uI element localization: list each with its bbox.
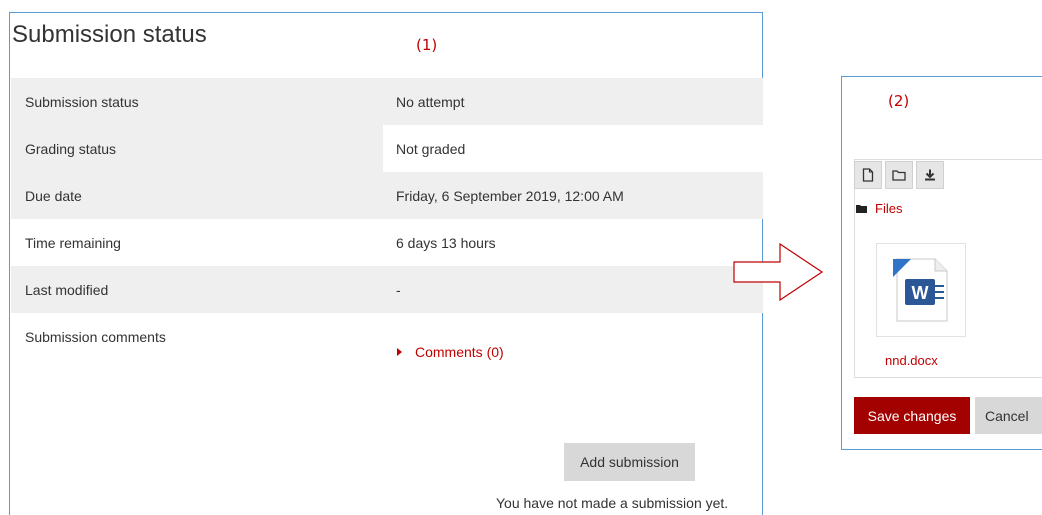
download-icon <box>925 169 935 181</box>
file-toolbar <box>854 161 947 191</box>
row-label: Grading status <box>11 125 383 172</box>
caret-right-icon <box>397 348 402 356</box>
new-folder-icon <box>892 170 906 181</box>
arrow-right-icon <box>733 242 824 302</box>
svg-text:W: W <box>912 283 929 303</box>
row-value: Not graded <box>383 125 763 172</box>
table-row: Submission status No attempt <box>11 78 763 125</box>
new-file-icon <box>862 168 874 182</box>
row-value: No attempt <box>383 78 763 125</box>
table-row: Last modified - <box>11 266 763 313</box>
row-label: Submission comments <box>25 329 166 345</box>
table-row: Submission comments Comments (0) <box>11 313 763 413</box>
submission-status-panel: Submission status Submission status No a… <box>9 12 763 515</box>
submission-status-table: Submission status No attempt Grading sta… <box>11 78 763 413</box>
folder-icon <box>856 205 867 213</box>
file-name-link[interactable]: nnd.docx <box>885 353 938 368</box>
comments-link-label: Comments (0) <box>415 344 504 360</box>
table-row: Grading status Not graded <box>11 125 763 172</box>
row-label: Time remaining <box>25 234 121 251</box>
add-submission-button[interactable]: Add submission <box>564 443 695 481</box>
no-submission-note: You have not made a submission yet. <box>496 495 729 511</box>
annotation-label-2: (2) <box>888 92 910 110</box>
annotation-label-1: (1) <box>416 36 438 54</box>
row-label: Submission status <box>11 78 383 125</box>
row-value: Comments (0) <box>383 313 763 413</box>
new-folder-button[interactable] <box>885 161 913 189</box>
table-row: Due date Friday, 6 September 2019, 12:00… <box>11 172 763 219</box>
table-row: Time remaining 6 days 13 hours <box>11 219 763 266</box>
breadcrumb-files-link[interactable]: Files <box>875 201 902 216</box>
word-document-icon: W <box>893 258 948 322</box>
download-button[interactable] <box>916 161 944 189</box>
row-value: - <box>383 266 763 313</box>
row-value: 6 days 13 hours <box>396 234 496 251</box>
comments-toggle-link[interactable]: Comments (0) <box>396 344 504 360</box>
file-picker-panel: (2) Files W nnd.docx Save changes Cancel <box>841 76 1042 450</box>
cancel-button[interactable]: Cancel <box>975 397 1042 434</box>
new-file-button[interactable] <box>854 161 882 189</box>
page-title: Submission status <box>12 21 207 48</box>
row-label: Due date <box>11 172 383 219</box>
file-item[interactable]: W <box>876 243 966 337</box>
row-label: Last modified <box>11 266 383 313</box>
breadcrumb: Files <box>856 201 902 216</box>
row-value: Friday, 6 September 2019, 12:00 AM <box>383 172 763 219</box>
save-changes-button[interactable]: Save changes <box>854 397 970 434</box>
